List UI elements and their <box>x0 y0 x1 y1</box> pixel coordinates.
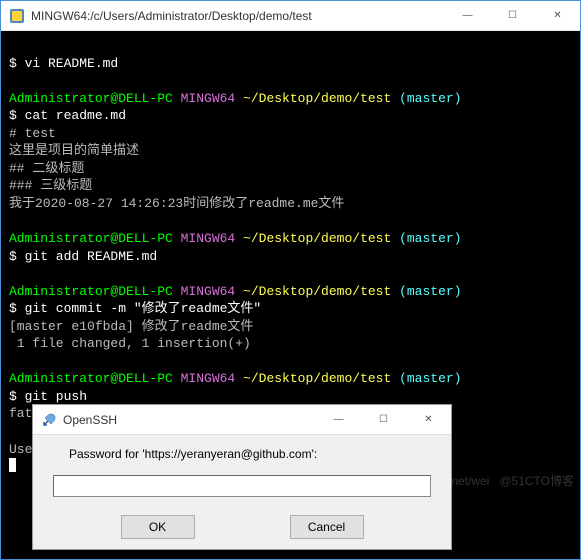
prompt-mingw: MINGW64 <box>173 371 243 386</box>
prompt-user: Administrator@DELL-PC <box>9 231 173 246</box>
output-line: 这里是项目的简单描述 <box>9 143 139 158</box>
maximize-button[interactable]: ☐ <box>490 1 535 30</box>
feather-icon <box>41 412 57 428</box>
cancel-button[interactable]: Cancel <box>290 515 364 539</box>
output-line: ### 三级标题 <box>9 178 92 193</box>
prompt-mingw: MINGW64 <box>173 231 243 246</box>
dialog-close-button[interactable]: ✕ <box>406 405 451 434</box>
output-line: 我于2020-08-27 14:26:23时间修改了readme.me文件 <box>9 196 344 211</box>
prompt-mingw: MINGW64 <box>173 284 243 299</box>
dialog-buttons: OK Cancel <box>33 515 451 549</box>
prompt-path: ~/Desktop/demo/test <box>243 91 391 106</box>
window-controls: — ☐ ✕ <box>445 1 580 30</box>
dialog-title: OpenSSH <box>63 413 316 427</box>
prompt-branch: (master) <box>391 284 461 299</box>
app-icon <box>9 8 25 24</box>
cmd-line: $ git add README.md <box>9 249 157 264</box>
dialog-titlebar[interactable]: OpenSSH — ☐ ✕ <box>33 405 451 435</box>
cmd-line: $ git commit -m "修改了readme文件" <box>9 301 261 316</box>
dialog-maximize-button[interactable]: ☐ <box>361 405 406 434</box>
cmd-line: $ git push <box>9 389 87 404</box>
output-line: ## 二级标题 <box>9 161 84 176</box>
prompt-branch: (master) <box>391 231 461 246</box>
minimize-button[interactable]: — <box>445 1 490 30</box>
prompt-user: Administrator@DELL-PC <box>9 284 173 299</box>
password-prompt: Password for 'https://yeranyeran@github.… <box>69 447 431 461</box>
password-input[interactable] <box>53 475 431 497</box>
titlebar[interactable]: MINGW64:/c/Users/Administrator/Desktop/d… <box>1 1 580 31</box>
ok-button[interactable]: OK <box>121 515 195 539</box>
dialog-body: Password for 'https://yeranyeran@github.… <box>33 435 451 515</box>
dialog-minimize-button[interactable]: — <box>316 405 361 434</box>
prompt-branch: (master) <box>391 91 461 106</box>
openssh-dialog: OpenSSH — ☐ ✕ Password for 'https://yera… <box>32 404 452 550</box>
dialog-window-controls: — ☐ ✕ <box>316 405 451 434</box>
output-line: [master e10fbda] 修改了readme文件 <box>9 319 253 334</box>
prompt-path: ~/Desktop/demo/test <box>243 231 391 246</box>
cmd-line: $ vi README.md <box>9 56 118 71</box>
prompt-user: Administrator@DELL-PC <box>9 371 173 386</box>
output-line: # test <box>9 126 56 141</box>
prompt-path: ~/Desktop/demo/test <box>243 371 391 386</box>
prompt-path: ~/Desktop/demo/test <box>243 284 391 299</box>
prompt-branch: (master) <box>391 371 461 386</box>
output-line: 1 file changed, 1 insertion(+) <box>9 336 251 351</box>
window-title: MINGW64:/c/Users/Administrator/Desktop/d… <box>31 9 445 23</box>
cmd-line: $ cat readme.md <box>9 108 126 123</box>
prompt-mingw: MINGW64 <box>173 91 243 106</box>
terminal-cursor <box>9 458 16 472</box>
close-button[interactable]: ✕ <box>535 1 580 30</box>
prompt-user: Administrator@DELL-PC <box>9 91 173 106</box>
